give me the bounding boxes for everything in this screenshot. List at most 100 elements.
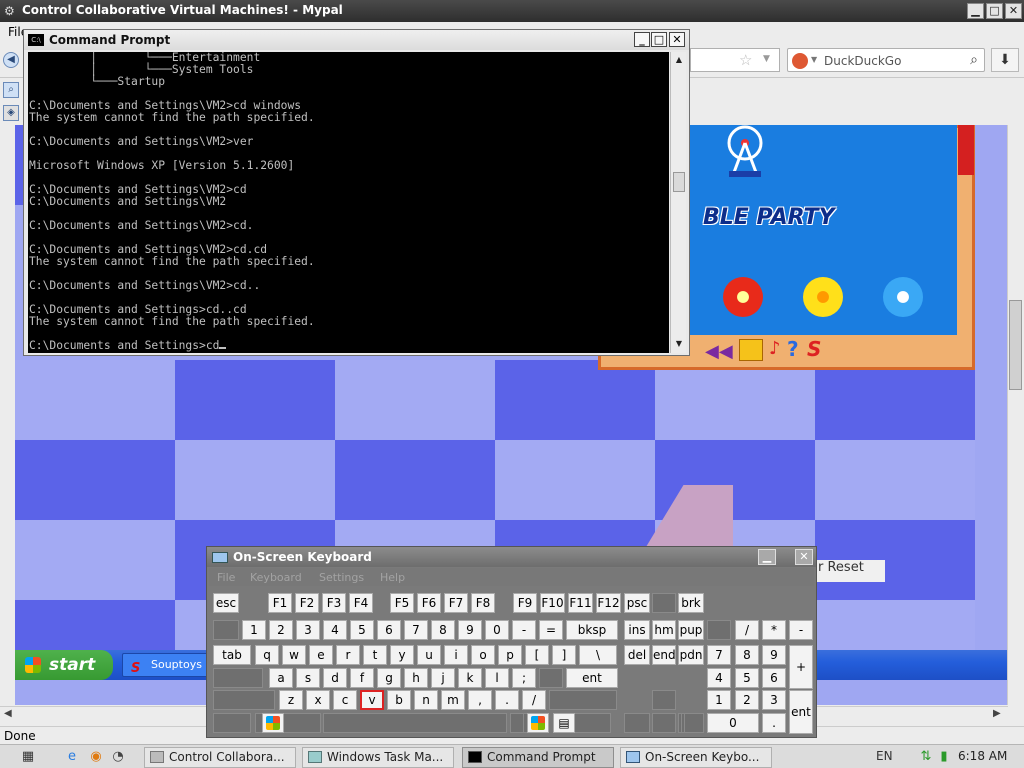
key-1[interactable]: 1 [242, 620, 266, 640]
key-n[interactable]: n [414, 690, 438, 710]
key-F9[interactable]: F9 [513, 593, 537, 613]
key-2[interactable]: 2 [735, 690, 759, 710]
key-unlabeled[interactable] [573, 713, 611, 733]
language-indicator[interactable]: EN [876, 749, 893, 763]
key-esc[interactable]: esc [213, 593, 239, 613]
menu-key[interactable]: ▤ [553, 713, 575, 733]
key-bksp[interactable]: bksp [566, 620, 618, 640]
network-icon[interactable]: ⇅ [918, 749, 934, 765]
key-hm[interactable]: hm [652, 620, 676, 640]
key-unlabeled[interactable] [213, 668, 263, 688]
arrow-left-icon[interactable]: ◀◀ [705, 341, 733, 362]
key-F2[interactable]: F2 [295, 593, 319, 613]
key-p[interactable]: p [498, 645, 522, 665]
key-x45[interactable]: - [789, 620, 813, 640]
task-on-screen-keyboard[interactable]: On-Screen Keybo... [620, 747, 772, 768]
key-4[interactable]: 4 [323, 620, 347, 640]
start-menu-icon[interactable]: ▦ [20, 749, 36, 765]
key-psc[interactable]: psc [624, 593, 650, 613]
duckduckgo-icon[interactable] [792, 53, 808, 69]
key-ins[interactable]: ins [624, 620, 650, 640]
key-d[interactable]: d [323, 668, 347, 688]
maximize-button[interactable]: □ [651, 32, 667, 47]
key-i[interactable]: i [444, 645, 468, 665]
cmd-titlebar[interactable]: C:\ Command Prompt _ □ ✕ [24, 30, 689, 50]
key-6[interactable]: 6 [377, 620, 401, 640]
key-u[interactable]: u [417, 645, 441, 665]
key-1[interactable]: 1 [707, 690, 731, 710]
key-x92[interactable]: \ [579, 645, 617, 665]
windows-key[interactable] [527, 713, 549, 733]
close-button[interactable]: ✕ [1005, 3, 1022, 19]
key-x47[interactable]: / [522, 690, 546, 710]
start-button[interactable]: start [15, 650, 113, 680]
key-F11[interactable]: F11 [568, 593, 593, 613]
key-g[interactable]: g [377, 668, 401, 688]
reset-button[interactable]: r Reset [815, 560, 885, 582]
key-x59[interactable]: ; [512, 668, 536, 688]
bookmark-star-icon[interactable]: ☆ [739, 51, 752, 69]
key-F1[interactable]: F1 [268, 593, 292, 613]
key-j[interactable]: j [431, 668, 455, 688]
key-unlabeled[interactable] [213, 713, 251, 733]
key-s[interactable]: s [296, 668, 320, 688]
key-unlabeled[interactable] [652, 690, 676, 710]
key-f[interactable]: f [350, 668, 374, 688]
url-bar[interactable]: ☆ ▼ [690, 48, 780, 72]
key-x43[interactable]: + [789, 645, 813, 689]
help-icon[interactable]: ? [787, 337, 799, 361]
key-w[interactable]: w [282, 645, 306, 665]
key-a[interactable]: a [269, 668, 293, 688]
key-z[interactable]: z [279, 690, 303, 710]
battery-icon[interactable]: ▮ [936, 749, 952, 765]
music-note-icon[interactable]: ♪ [769, 338, 781, 359]
key-del[interactable]: del [624, 645, 650, 665]
key-x[interactable]: x [306, 690, 330, 710]
key-k[interactable]: k [458, 668, 482, 688]
key-8[interactable]: 8 [431, 620, 455, 640]
key-pdn[interactable]: pdn [678, 645, 704, 665]
key-end[interactable]: end [652, 645, 676, 665]
key-8[interactable]: 8 [735, 645, 759, 665]
key-m[interactable]: m [441, 690, 465, 710]
scroll-left-icon[interactable]: ◀ [4, 708, 12, 719]
scroll-right-icon[interactable]: ▶ [993, 708, 1001, 719]
key-unlabeled[interactable] [549, 690, 617, 710]
key-t[interactable]: t [363, 645, 387, 665]
key-unlabeled[interactable] [213, 620, 239, 640]
key-x44[interactable]: , [468, 690, 492, 710]
command-prompt-window[interactable]: C:\ Command Prompt _ □ ✕ │ └───Entertain… [23, 29, 690, 356]
key-unlabeled[interactable] [681, 713, 685, 733]
key-x93[interactable]: ] [552, 645, 576, 665]
task-control-collaborative[interactable]: Control Collabora... [144, 747, 296, 768]
key-q[interactable]: q [255, 645, 279, 665]
key-c[interactable]: c [333, 690, 357, 710]
key-x46[interactable]: . [495, 690, 519, 710]
key-4[interactable]: 4 [707, 668, 731, 688]
key-7[interactable]: 7 [707, 645, 731, 665]
key-6[interactable]: 6 [762, 668, 786, 688]
key-pup[interactable]: pup [678, 620, 704, 640]
key-9[interactable]: 9 [458, 620, 482, 640]
key-x46[interactable]: . [762, 713, 786, 733]
key-9[interactable]: 9 [762, 645, 786, 665]
browser-icon[interactable]: ◉ [88, 749, 104, 765]
scroll-down-icon[interactable]: ▼ [672, 337, 686, 351]
key-x47[interactable]: / [735, 620, 759, 640]
key-F8[interactable]: F8 [471, 593, 495, 613]
key-x61[interactable]: = [539, 620, 563, 640]
scrollbar-thumb[interactable] [673, 172, 685, 192]
key-b[interactable]: b [387, 690, 411, 710]
key-F3[interactable]: F3 [322, 593, 346, 613]
key-tab[interactable]: tab [213, 645, 251, 665]
task-windows-task-manager[interactable]: Windows Task Ma... [302, 747, 454, 768]
key-0[interactable]: 0 [485, 620, 509, 640]
close-button[interactable]: ✕ [669, 32, 685, 47]
key-x91[interactable]: [ [525, 645, 549, 665]
maximize-button[interactable]: □ [986, 3, 1003, 19]
key-x45[interactable]: - [512, 620, 536, 640]
key-unlabeled[interactable] [213, 690, 275, 710]
key-5[interactable]: 5 [350, 620, 374, 640]
key-F10[interactable]: F10 [540, 593, 565, 613]
key-unlabeled[interactable] [323, 713, 507, 733]
